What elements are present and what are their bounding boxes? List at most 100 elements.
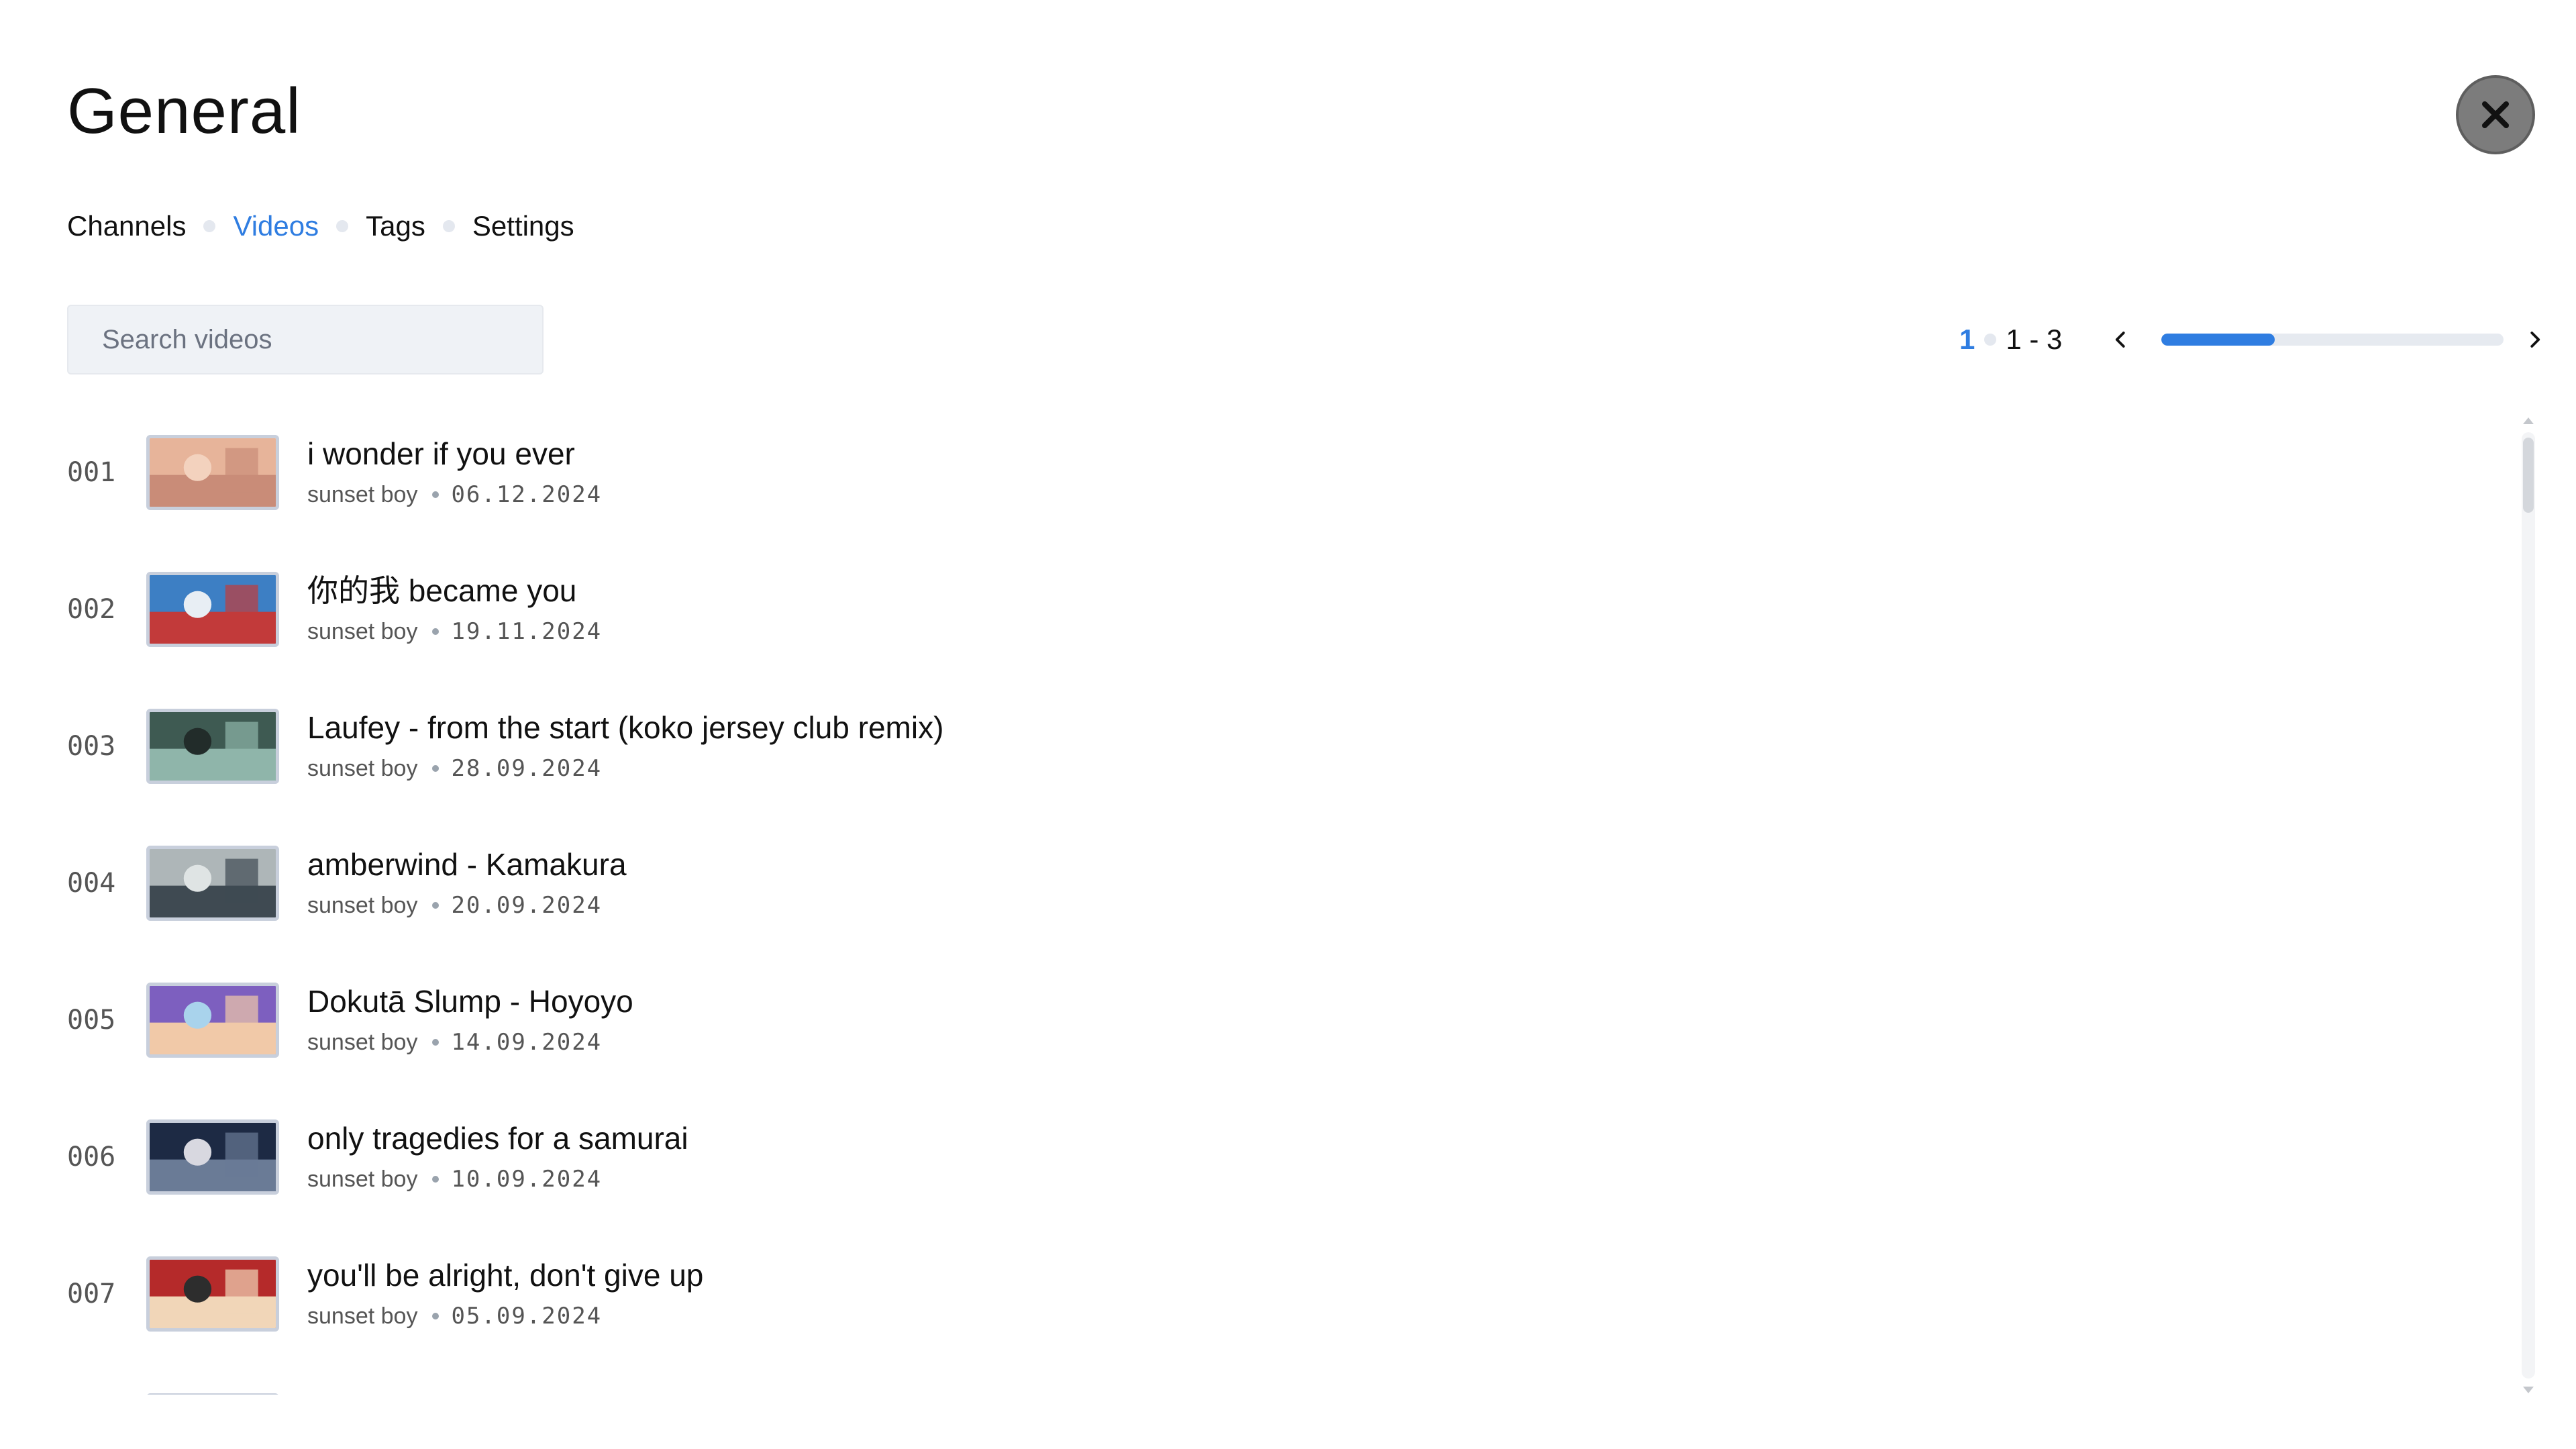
page-progress-track[interactable] — [2161, 334, 2504, 346]
tab-separator — [442, 220, 455, 232]
thumbnail-image — [150, 438, 276, 507]
thumbnail-image — [150, 712, 276, 781]
chevron-right-icon — [2530, 332, 2540, 348]
video-channel[interactable]: sunset boy — [307, 1030, 417, 1056]
video-row[interactable]: 004 amberwind - Kamakura sunset boy 20.09.2… — [67, 830, 2483, 937]
video-thumbnail[interactable] — [146, 572, 279, 647]
tab-bar: Channels Videos Tags Settings — [67, 212, 574, 240]
scroll-down-arrow[interactable] — [2523, 1387, 2534, 1393]
video-index: 006 — [67, 1142, 116, 1172]
video-meta: sunset boy 19.11.2024 — [307, 618, 602, 645]
video-info: Dokutā Slump - Hoyoyo sunset boy 14.09.202… — [307, 985, 633, 1056]
video-list: 001 i wonder if you ever sunset boy 06.12.2… — [67, 416, 2536, 1395]
video-row-partial[interactable] — [67, 1377, 2483, 1395]
modal: General Channels Videos Tags Settings 1 … — [0, 0, 2576, 1449]
video-thumbnail[interactable] — [146, 1393, 279, 1395]
video-meta: sunset boy 20.09.2024 — [307, 892, 627, 919]
tab-videos[interactable]: Videos — [233, 212, 319, 240]
video-meta: sunset boy 05.09.2024 — [307, 1303, 703, 1330]
video-date: 05.09.2024 — [451, 1303, 603, 1330]
thumbnail-image — [150, 986, 276, 1054]
meta-separator — [432, 1039, 440, 1046]
page-progress-fill — [2161, 334, 2275, 346]
video-row[interactable]: 005 Dokutā Slump - Hoyoyo sunset boy 14.09.… — [67, 966, 2483, 1074]
chevron-left-icon — [2116, 332, 2126, 348]
list-scrollbar[interactable] — [2520, 416, 2536, 1395]
video-date: 20.09.2024 — [451, 892, 603, 919]
video-index: 005 — [67, 1005, 116, 1036]
video-info: i wonder if you ever sunset boy 06.12.2024 — [307, 437, 602, 509]
tab-tags[interactable]: Tags — [366, 212, 425, 240]
video-thumbnail[interactable] — [146, 709, 279, 784]
video-title[interactable]: only tragedies for a samurai — [307, 1121, 688, 1156]
video-channel[interactable]: sunset boy — [307, 482, 417, 508]
video-title[interactable]: i wonder if you ever — [307, 437, 602, 471]
video-title[interactable]: 你的我 became you — [307, 574, 602, 608]
meta-separator — [432, 765, 440, 772]
video-date: 14.09.2024 — [451, 1029, 603, 1056]
thumbnail-image — [150, 1123, 276, 1191]
tab-channels[interactable]: Channels — [67, 212, 186, 240]
video-info: only tragedies for a samurai sunset boy 10… — [307, 1121, 688, 1193]
meta-separator — [432, 1313, 440, 1320]
scrollbar-thumb[interactable] — [2523, 438, 2534, 513]
video-index: 003 — [67, 731, 116, 762]
video-info: you'll be alright, don't give up sunset b… — [307, 1258, 703, 1330]
thumbnail-image — [150, 1260, 276, 1328]
video-channel[interactable]: sunset boy — [307, 893, 417, 919]
video-info: Laufey - from the start (koko jersey clu… — [307, 711, 943, 783]
video-date: 10.09.2024 — [451, 1166, 603, 1193]
video-date: 19.11.2024 — [451, 618, 603, 646]
video-row[interactable]: 003 Laufey - from the start (koko jersey … — [67, 693, 2483, 800]
search-input[interactable] — [67, 305, 544, 374]
pagination: 1 1 - 3 — [1959, 321, 2548, 358]
close-button[interactable] — [2456, 75, 2535, 154]
video-row[interactable]: 006 only tragedies for a samurai sunset bo… — [67, 1103, 2483, 1211]
pagination-separator — [1984, 334, 1997, 346]
scroll-up-arrow[interactable] — [2523, 417, 2534, 424]
video-channel[interactable]: sunset boy — [307, 619, 417, 645]
current-page[interactable]: 1 — [1959, 323, 1975, 356]
video-thumbnail[interactable] — [146, 1256, 279, 1332]
video-date: 06.12.2024 — [451, 481, 603, 509]
video-meta: sunset boy 10.09.2024 — [307, 1166, 688, 1193]
thumbnail-image — [150, 849, 276, 917]
video-thumbnail[interactable] — [146, 846, 279, 921]
video-channel[interactable]: sunset boy — [307, 1166, 417, 1193]
meta-separator — [432, 628, 440, 636]
video-row[interactable]: 002 你的我 became you sunset boy 19.11.2024 — [67, 556, 2483, 663]
page-range: 1 - 3 — [2006, 323, 2063, 355]
tab-settings[interactable]: Settings — [472, 212, 574, 240]
meta-separator — [432, 491, 440, 499]
video-channel[interactable]: sunset boy — [307, 1303, 417, 1330]
video-meta: sunset boy 14.09.2024 — [307, 1029, 633, 1056]
video-thumbnail[interactable] — [146, 435, 279, 510]
video-thumbnail[interactable] — [146, 983, 279, 1058]
video-row[interactable]: 007 you'll be alright, don't give up sunse… — [67, 1240, 2483, 1348]
video-index: 001 — [67, 457, 116, 488]
video-date: 28.09.2024 — [451, 755, 603, 783]
video-meta: sunset boy 06.12.2024 — [307, 481, 602, 508]
video-title[interactable]: you'll be alright, don't give up — [307, 1258, 703, 1293]
close-icon — [2482, 101, 2509, 128]
video-index: 007 — [67, 1279, 116, 1309]
video-meta: sunset boy 28.09.2024 — [307, 755, 943, 782]
tab-separator — [203, 220, 216, 232]
scrollbar-track[interactable] — [2522, 432, 2535, 1379]
video-title[interactable]: amberwind - Kamakura — [307, 848, 627, 882]
video-title[interactable]: Dokutā Slump - Hoyoyo — [307, 985, 633, 1019]
meta-separator — [432, 1176, 440, 1183]
prev-page-button[interactable] — [2108, 326, 2134, 353]
video-info: 你的我 became you sunset boy 19.11.2024 — [307, 574, 602, 646]
thumbnail-image — [150, 575, 276, 644]
video-title[interactable]: Laufey - from the start (koko jersey clu… — [307, 711, 943, 745]
video-thumbnail[interactable] — [146, 1119, 279, 1195]
video-channel[interactable]: sunset boy — [307, 756, 417, 782]
next-page-button[interactable] — [2521, 326, 2548, 353]
page-title: General — [67, 75, 301, 147]
tab-separator — [336, 220, 349, 232]
video-index: 002 — [67, 594, 116, 625]
meta-separator — [432, 902, 440, 909]
video-info: amberwind - Kamakura sunset boy 20.09.2024 — [307, 848, 627, 919]
video-row[interactable]: 001 i wonder if you ever sunset boy 06.12.2… — [67, 419, 2483, 526]
